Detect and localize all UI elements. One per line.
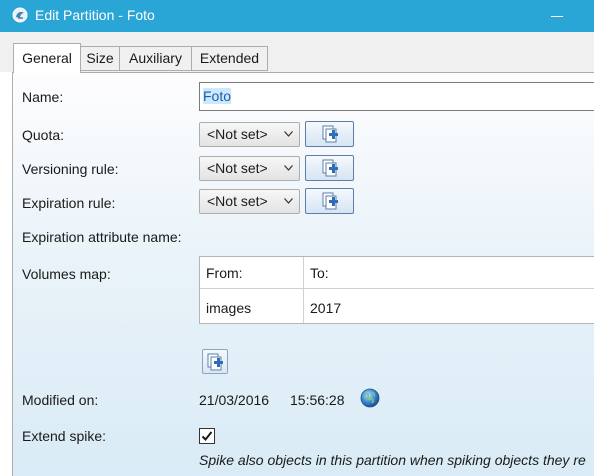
volumes-map-header [200,257,594,289]
expiration-attribute-name-label: Expiration attribute name: [22,229,182,245]
tab-auxiliary[interactable]: Auxiliary [119,46,192,71]
extend-spike-label: Extend spike: [22,428,107,444]
extend-spike-hint: Spike also objects in this partition whe… [199,452,586,468]
tab-general[interactable]: General [13,43,81,73]
modified-on-time: 15:56:28 [290,392,345,408]
add-new-icon [322,159,338,177]
expiration-rule-select-value: <Not set> [207,193,268,209]
title-bar[interactable]: Edit Partition - Foto [0,0,594,32]
add-new-icon [322,192,338,210]
modified-on-date: 21/03/2016 [199,392,270,408]
extend-spike-hint-continued: ... ... ... ... ... ... [199,470,288,476]
modified-on-label: Modified on: [22,392,99,408]
tab-size[interactable]: Size [80,46,120,71]
window-title: Edit Partition - Foto [35,7,155,23]
chevron-down-icon [284,165,293,171]
extend-spike-checkbox[interactable] [199,428,215,444]
chevron-down-icon [284,198,293,204]
chevron-down-icon [284,131,293,137]
versioning-rule-label: Versioning rule: [22,161,119,177]
volumes-map-label: Volumes map: [22,266,111,282]
quota-select-value: <Not set> [207,126,268,142]
column-header-from[interactable]: From: [206,265,243,281]
quota-select[interactable]: <Not set> [199,122,300,147]
column-separator [303,257,304,323]
add-new-icon [322,125,338,143]
tab-extended[interactable]: Extended [191,46,268,71]
expiration-rule-label: Expiration rule: [22,195,116,211]
expiration-rule-select[interactable]: <Not set> [199,189,300,214]
volumes-map-cell-from[interactable]: images [206,300,251,316]
column-header-to[interactable]: To: [310,265,329,281]
add-quota-button[interactable] [305,121,354,147]
add-expiration-rule-button[interactable] [305,188,354,214]
add-new-icon [207,353,223,371]
checkmark-icon [201,431,213,441]
versioning-rule-select-value: <Not set> [207,160,268,176]
volumes-map-cell-to[interactable]: 2017 [310,300,341,316]
partition-app-icon [12,7,28,23]
volumes-map-grid[interactable]: From: To: images 2017 [199,256,594,324]
globe-icon[interactable] [360,388,380,408]
edit-partition-window: Edit Partition - Foto General Size Auxil… [0,0,594,476]
tab-auxiliary-label: Auxiliary [129,50,182,66]
add-versioning-rule-button[interactable] [305,155,354,181]
minimize-icon[interactable] [551,16,563,17]
tab-general-label: General [22,50,72,66]
tab-size-label: Size [86,50,114,66]
tab-extended-label: Extended [199,50,260,66]
name-input-value: Foto [203,88,232,104]
name-label: Name: [22,89,64,105]
versioning-rule-select[interactable]: <Not set> [199,156,300,181]
add-volume-mapping-button[interactable] [202,349,228,374]
name-input[interactable]: Foto [199,82,594,111]
quota-label: Quota: [22,127,65,143]
